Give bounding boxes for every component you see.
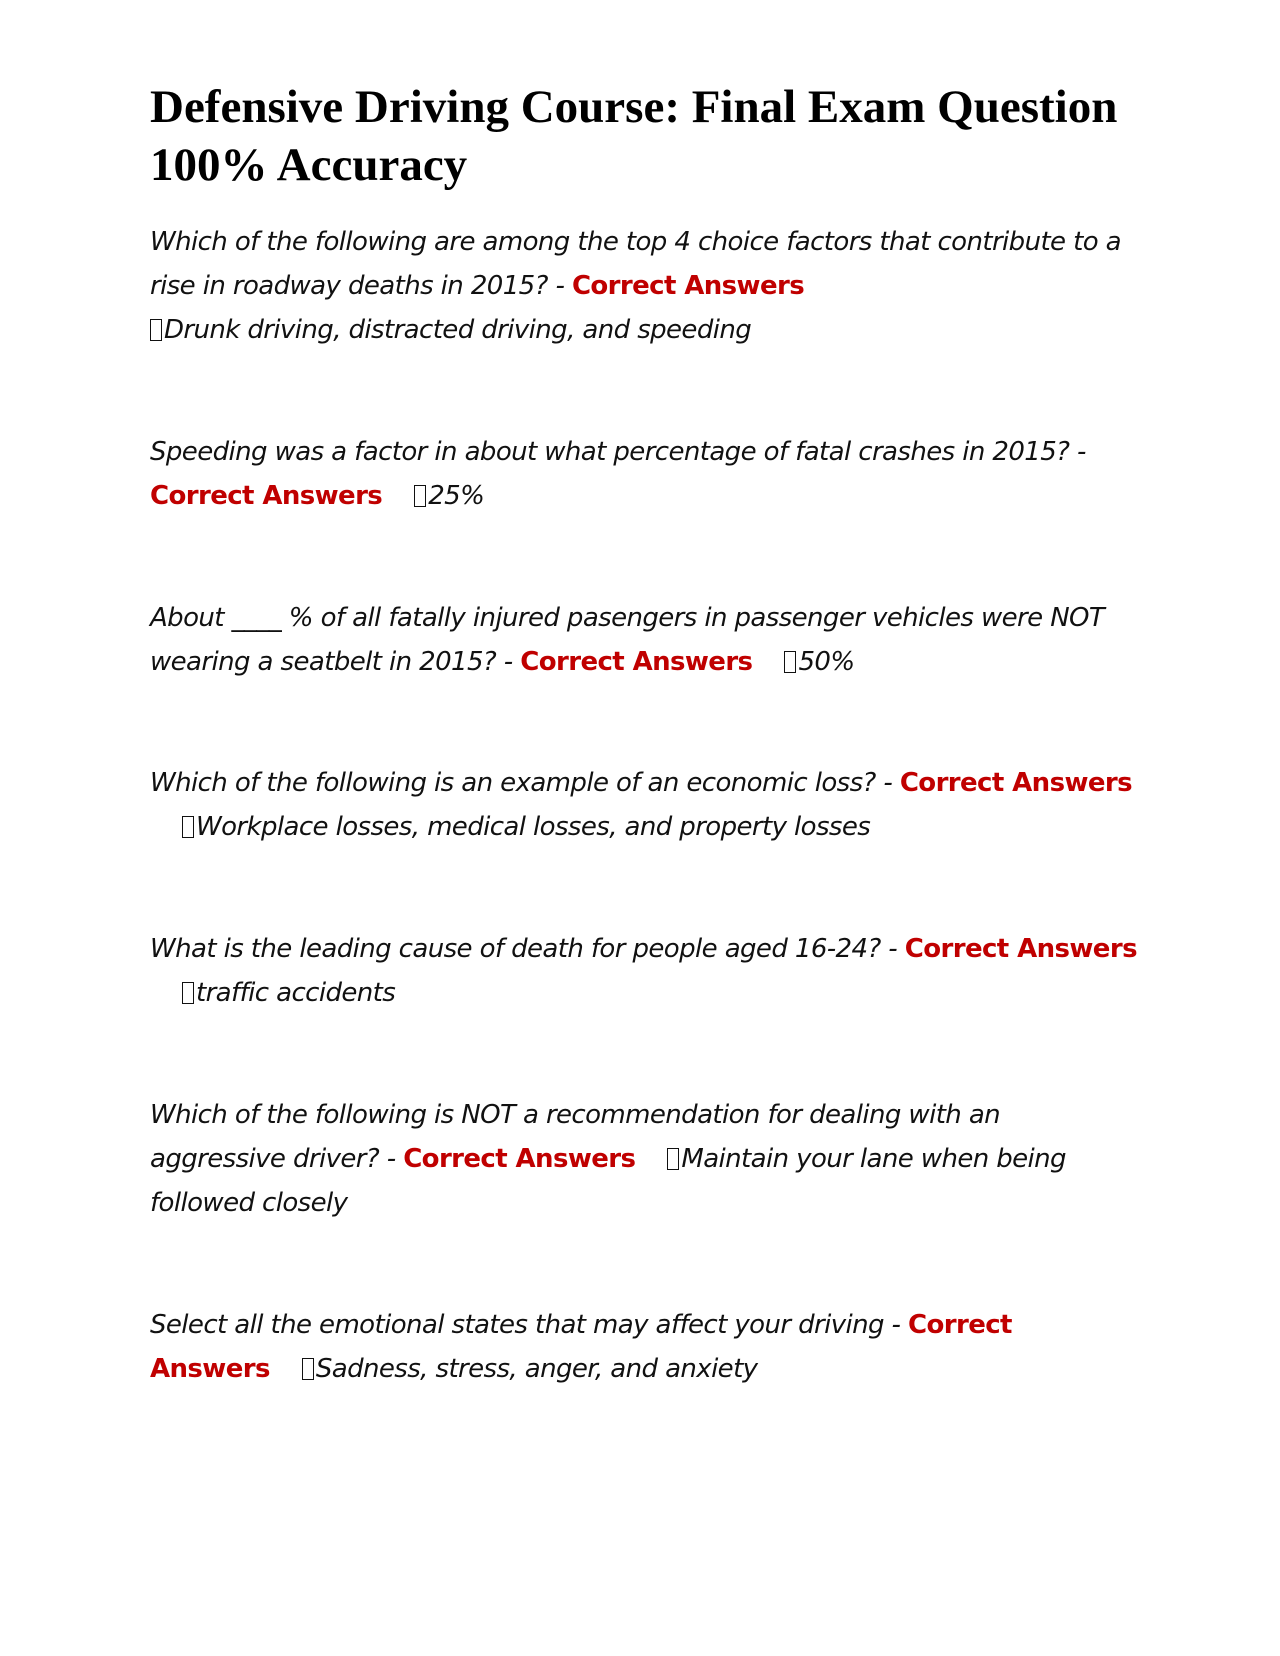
document-title: Defensive Driving Course: Final Exam Que… (150, 81, 1118, 191)
qa-item: About ____ % of all fatally injured pase… (150, 596, 1140, 684)
qa-item: Speeding was a factor in about what perc… (150, 430, 1140, 518)
answer-text: 25% (428, 481, 485, 511)
answer-text: Sadness, stress, anger, and anxiety (315, 1354, 758, 1384)
correct-answers-label: Correct Answers (520, 647, 753, 677)
question-text: What is the leading cause of death for p… (150, 934, 905, 964)
question-text: Which of the following is an example of … (150, 768, 900, 798)
correct-answers-label: Correct Answers (571, 271, 805, 301)
answer-text: Workplace losses, medical losses, and pr… (196, 812, 871, 842)
answer-text: 50% (798, 647, 855, 677)
answer-text: Drunk driving, distracted driving, and s… (164, 315, 752, 345)
checkbox-glyph-icon (182, 982, 194, 1004)
correct-answers-label: Correct Answers (403, 1144, 636, 1174)
answer-text: traffic accidents (196, 978, 396, 1008)
qa-item: What is the leading cause of death for p… (150, 927, 1140, 1015)
correct-answers-label: Correct Answers (904, 934, 1138, 964)
correct-answers-label: Correct Answers (150, 481, 383, 511)
checkbox-glyph-icon (414, 485, 427, 507)
qa-item: Which of the following are among the top… (150, 220, 1140, 352)
checkbox-glyph-icon (301, 1358, 314, 1380)
qa-item: Select all the emotional states that may… (150, 1303, 1140, 1391)
qa-item: Which of the following is NOT a recommen… (150, 1093, 1140, 1225)
correct-answers-label: Correct Answers (899, 768, 1133, 798)
qa-item: Which of the following is an example of … (150, 761, 1140, 849)
document-page: Defensive Driving Course: Final Exam Que… (150, 78, 1140, 1384)
checkbox-glyph-icon (182, 816, 194, 838)
checkbox-glyph-icon (667, 1148, 680, 1170)
checkbox-glyph-icon (150, 319, 162, 341)
question-text: Select all the emotional states that may… (150, 1310, 908, 1340)
checkbox-glyph-icon (784, 651, 797, 673)
question-text: Speeding was a factor in about what perc… (150, 437, 1086, 467)
